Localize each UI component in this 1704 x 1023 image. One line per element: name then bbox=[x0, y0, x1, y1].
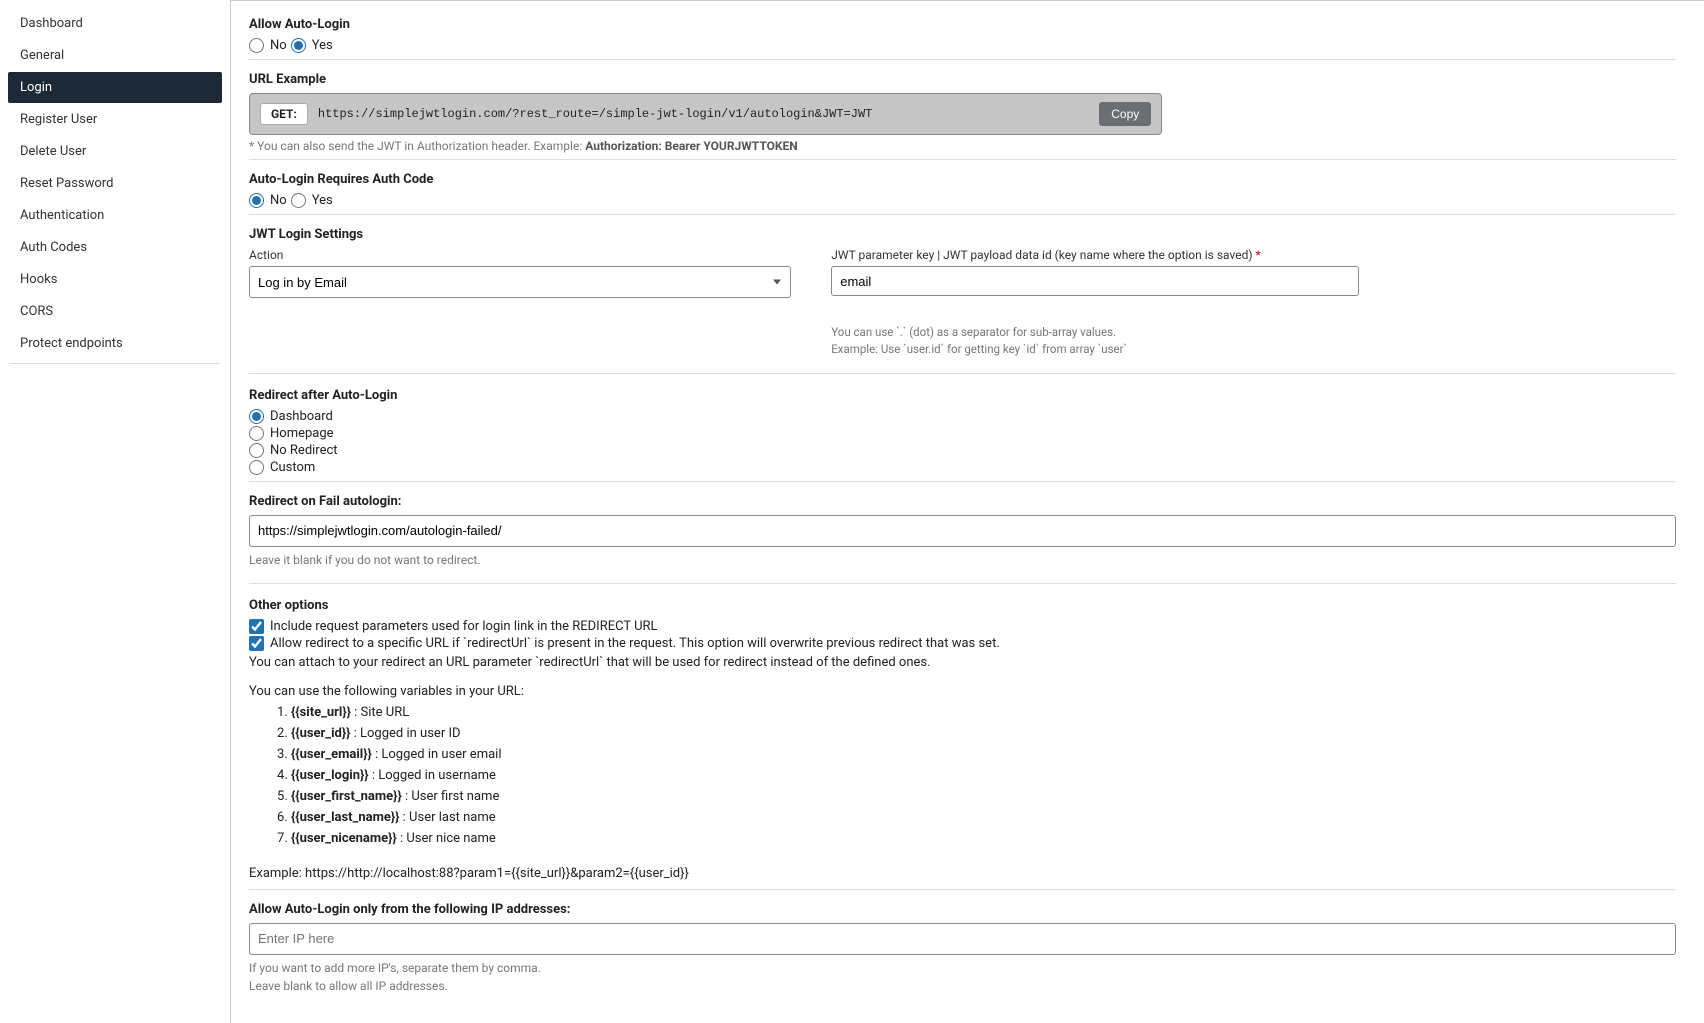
check-include-params[interactable]: Include request parameters used for logi… bbox=[249, 619, 1676, 634]
main-content: Allow Auto-Login No Yes URL Example GET:… bbox=[230, 0, 1704, 1023]
allow-auto-login-title: Allow Auto-Login bbox=[249, 17, 1676, 32]
redirect-fail-input[interactable] bbox=[249, 515, 1676, 547]
var-item: {{user_nicename}} : User nice name bbox=[291, 831, 1676, 846]
var-item: {{user_login}} : Logged in username bbox=[291, 768, 1676, 783]
jwt-param-label: JWT parameter key | JWT payload data id … bbox=[831, 248, 1459, 262]
other-example: Example: https://http://localhost:88?par… bbox=[249, 866, 1676, 881]
ip-input[interactable] bbox=[249, 923, 1676, 955]
action-label: Action bbox=[249, 248, 791, 262]
var-item: {{user_first_name}} : User first name bbox=[291, 789, 1676, 804]
redirect-fail-title: Redirect on Fail autologin: bbox=[249, 494, 1676, 509]
copy-button[interactable]: Copy bbox=[1099, 102, 1151, 126]
jwt-settings-title: JWT Login Settings bbox=[249, 227, 1676, 242]
auth-code-yes[interactable]: Yes bbox=[291, 193, 333, 208]
action-select[interactable]: Log in by Email bbox=[249, 266, 791, 298]
url-example-title: URL Example bbox=[249, 72, 1676, 87]
sidebar-item-authentication[interactable]: Authentication bbox=[8, 200, 222, 231]
redirect-after-title: Redirect after Auto-Login bbox=[249, 388, 1676, 403]
sidebar-item-register-user[interactable]: Register User bbox=[8, 104, 222, 135]
sidebar-item-hooks[interactable]: Hooks bbox=[8, 264, 222, 295]
sidebar-item-protect-endpoints[interactable]: Protect endpoints bbox=[8, 328, 222, 359]
redirect-none[interactable]: No Redirect bbox=[249, 443, 1676, 458]
method-badge: GET: bbox=[260, 103, 308, 125]
sidebar-item-auth-codes[interactable]: Auth Codes bbox=[8, 232, 222, 263]
auth-code-no[interactable]: No bbox=[249, 193, 287, 208]
redirect-fail-help: Leave it blank if you do not want to red… bbox=[249, 551, 1676, 569]
ip-title: Allow Auto-Login only from the following… bbox=[249, 902, 1676, 917]
sidebar: Dashboard General Login Register User De… bbox=[0, 0, 230, 1023]
var-item: {{site_url}} : Site URL bbox=[291, 705, 1676, 720]
redirect-homepage[interactable]: Homepage bbox=[249, 426, 1676, 441]
url-example-text: https://simplejwtlogin.com/?rest_route=/… bbox=[318, 107, 1089, 121]
var-item: {{user_email}} : Logged in user email bbox=[291, 747, 1676, 762]
auth-code-title: Auto-Login Requires Auth Code bbox=[249, 172, 1676, 187]
allow-auto-login-yes[interactable]: Yes bbox=[291, 38, 333, 53]
sidebar-item-cors[interactable]: CORS bbox=[8, 296, 222, 327]
other-options-title: Other options bbox=[249, 598, 1676, 613]
url-example-footnote: * You can also send the JWT in Authoriza… bbox=[249, 139, 1676, 153]
ip-help: If you want to add more IP's, separate t… bbox=[249, 959, 1676, 995]
allow-auto-login-no[interactable]: No bbox=[249, 38, 287, 53]
sidebar-item-login[interactable]: Login bbox=[8, 72, 222, 103]
sidebar-item-reset-password[interactable]: Reset Password bbox=[8, 168, 222, 199]
var-item: {{user_last_name}} : User last name bbox=[291, 810, 1676, 825]
check-allow-redirecturl[interactable]: Allow redirect to a specific URL if `red… bbox=[249, 636, 1676, 651]
vars-list: {{site_url}} : Site URL {{user_id}} : Lo… bbox=[291, 705, 1676, 846]
url-example-box: GET: https://simplejwtlogin.com/?rest_ro… bbox=[249, 93, 1162, 135]
redirect-custom[interactable]: Custom bbox=[249, 460, 1676, 475]
sidebar-item-delete-user[interactable]: Delete User bbox=[8, 136, 222, 167]
jwt-param-help: You can use `.` (dot) as a separator for… bbox=[831, 324, 1459, 359]
vars-intro: You can use the following variables in y… bbox=[249, 684, 1676, 699]
sidebar-item-dashboard[interactable]: Dashboard bbox=[8, 8, 222, 39]
other-desc: You can attach to your redirect an URL p… bbox=[249, 655, 1676, 670]
redirect-dashboard[interactable]: Dashboard bbox=[249, 409, 1676, 424]
sidebar-item-general[interactable]: General bbox=[8, 40, 222, 71]
var-item: {{user_id}} : Logged in user ID bbox=[291, 726, 1676, 741]
jwt-param-input[interactable] bbox=[831, 266, 1358, 296]
